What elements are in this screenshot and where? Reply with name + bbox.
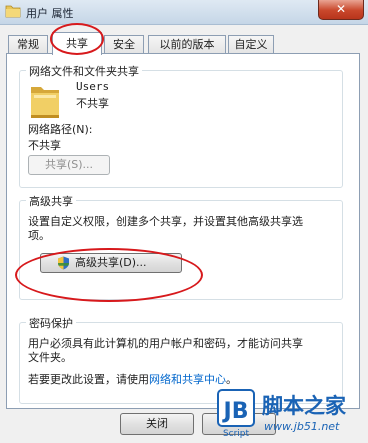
- jb51-logo: JB Script: [217, 389, 255, 438]
- advanced-sharing-description-line1: 设置自定义权限，创建多个共享，并设置其他高级共享选: [28, 215, 303, 228]
- title-bar[interactable]: 用户 属性 ✕: [0, 0, 368, 25]
- group-title: 密码保护: [26, 315, 76, 331]
- tab-customize[interactable]: 自定义: [228, 35, 274, 54]
- watermark-site-url: www.jb51.net: [264, 420, 340, 433]
- folder-icon: [5, 5, 21, 18]
- network-sharing-group: 网络文件和文件夹共享 Users 不共享 网络路径(N): 不共享 共享(S).…: [19, 63, 343, 188]
- watermark: JB Script 脚本之家 www.jb51.net: [216, 388, 366, 440]
- change-setting-text: 若要更改此设置，请使用网络和共享中心。: [28, 373, 237, 386]
- tab-general[interactable]: 常规: [8, 35, 48, 54]
- svg-text:Script: Script: [223, 429, 250, 438]
- close-button[interactable]: 关闭: [120, 413, 194, 435]
- folder-name: Users: [76, 80, 110, 93]
- tab-previous-versions[interactable]: 以前的版本: [148, 35, 226, 54]
- group-title: 网络文件和文件夹共享: [26, 63, 142, 79]
- share-button[interactable]: 共享(S)...: [28, 155, 110, 175]
- folder-share-status: 不共享: [76, 97, 109, 110]
- password-protection-text-line2: 文件夹。: [28, 351, 72, 364]
- group-title: 高级共享: [26, 193, 76, 209]
- tab-panel: 网络文件和文件夹共享 Users 不共享 网络路径(N): 不共享 共享(S).…: [6, 53, 360, 409]
- tab-security[interactable]: 安全: [104, 35, 144, 54]
- network-sharing-center-link[interactable]: 网络和共享中心: [149, 373, 226, 386]
- shared-folder-icon: [31, 87, 59, 118]
- svg-text:JB: JB: [222, 399, 249, 424]
- watermark-site-name: 脚本之家: [262, 394, 346, 418]
- advanced-sharing-button-label: 高级共享(D)...: [75, 256, 147, 269]
- advanced-sharing-button[interactable]: 高级共享(D)...: [40, 253, 182, 273]
- network-path-label: 网络路径(N):: [28, 123, 93, 136]
- uac-shield-icon: [58, 256, 69, 270]
- tab-sharing[interactable]: 共享: [52, 32, 102, 55]
- advanced-sharing-group: 高级共享 设置自定义权限，创建多个共享，并设置其他高级共享选 项。 高级共享(D…: [19, 193, 343, 300]
- network-path-value: 不共享: [28, 139, 61, 152]
- advanced-sharing-description-line2: 项。: [28, 229, 50, 242]
- close-window-button[interactable]: ✕: [318, 0, 364, 20]
- properties-dialog: 常规 共享 安全 以前的版本 自定义 网络文件和文件夹共享 Users 不共享 …: [0, 23, 368, 443]
- window-title: 用户 属性: [26, 7, 74, 20]
